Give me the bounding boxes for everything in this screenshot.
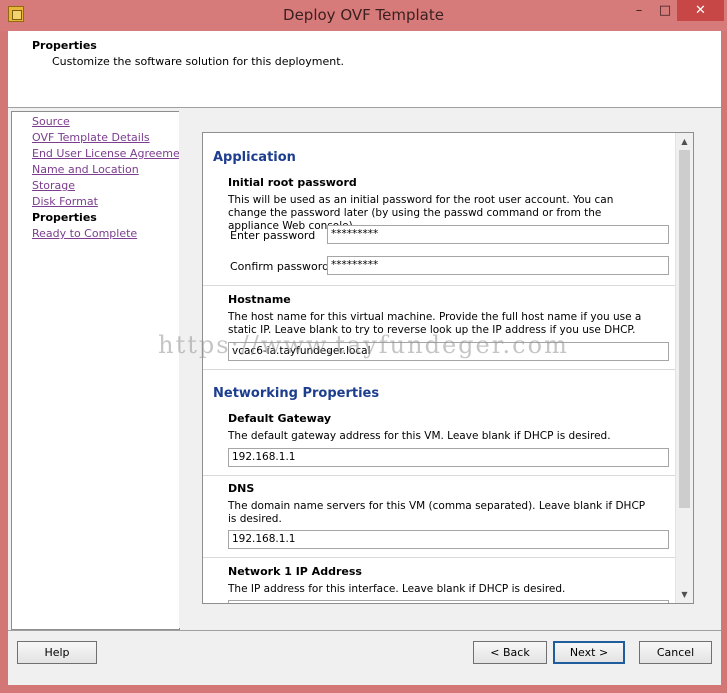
wizard-steps-panel: Source OVF Template Details End User Lic… [11,111,191,630]
help-button[interactable]: Help [17,641,97,664]
step-eula[interactable]: End User License Agreement [32,147,191,160]
dns-description: The domain name servers for this VM (com… [228,500,646,525]
default-gateway-title: Default Gateway [228,412,332,425]
step-properties: Properties [32,211,97,224]
separator [8,630,721,631]
default-gateway-description: The default gateway address for this VM.… [228,430,611,442]
title-bar[interactable]: Deploy OVF Template – □ ✕ [0,0,727,31]
confirm-password-input[interactable]: ********* [327,256,669,275]
section-networking-title: Networking Properties [213,386,380,401]
page-header: Properties Customize the software soluti… [8,31,721,108]
enter-password-input[interactable]: ********* [327,225,669,244]
maximize-button[interactable]: □ [652,0,678,21]
scroll-down-arrow-icon[interactable]: ▼ [676,586,693,603]
step-source[interactable]: Source [32,115,70,128]
hostname-title: Hostname [228,293,291,306]
network1-ip-input[interactable] [228,600,669,603]
separator [203,557,675,558]
enter-password-label: Enter password [230,229,316,242]
dns-input[interactable]: 192.168.1.1 [228,530,669,549]
step-ovf-template-details[interactable]: OVF Template Details [32,131,150,144]
vertical-scrollbar[interactable]: ▲ ▼ [675,133,693,603]
step-ready-to-complete[interactable]: Ready to Complete [32,227,137,240]
deploy-ovf-window: Deploy OVF Template – □ ✕ Properties Cus… [0,0,727,693]
scroll-up-arrow-icon[interactable]: ▲ [676,133,693,150]
confirm-password-label: Confirm password [230,260,330,273]
default-gateway-input[interactable]: 192.168.1.1 [228,448,669,467]
window-title: Deploy OVF Template [283,6,444,24]
step-name-and-location[interactable]: Name and Location [32,163,139,176]
back-button[interactable]: < Back [473,641,547,664]
scrollbar-thumb[interactable] [679,150,690,508]
watermark: https://www.tayfundeger.com [158,331,569,359]
network1-ip-description: The IP address for this interface. Leave… [228,583,566,595]
cancel-button[interactable]: Cancel [639,641,712,664]
dns-title: DNS [228,482,255,495]
separator [203,285,675,286]
minimize-button[interactable]: – [626,0,652,21]
root-password-title: Initial root password [228,176,357,189]
properties-scroll-area[interactable]: Application Initial root password This w… [202,132,694,604]
properties-panel: Application Initial root password This w… [179,111,719,628]
close-button[interactable]: ✕ [677,0,724,21]
step-disk-format[interactable]: Disk Format [32,195,98,208]
section-application-title: Application [213,150,296,165]
next-button[interactable]: Next > [553,641,625,664]
separator [203,369,675,370]
separator [203,475,675,476]
step-storage[interactable]: Storage [32,179,75,192]
page-title: Properties [32,39,97,52]
page-subtitle: Customize the software solution for this… [52,55,345,68]
network1-ip-title: Network 1 IP Address [228,565,362,578]
